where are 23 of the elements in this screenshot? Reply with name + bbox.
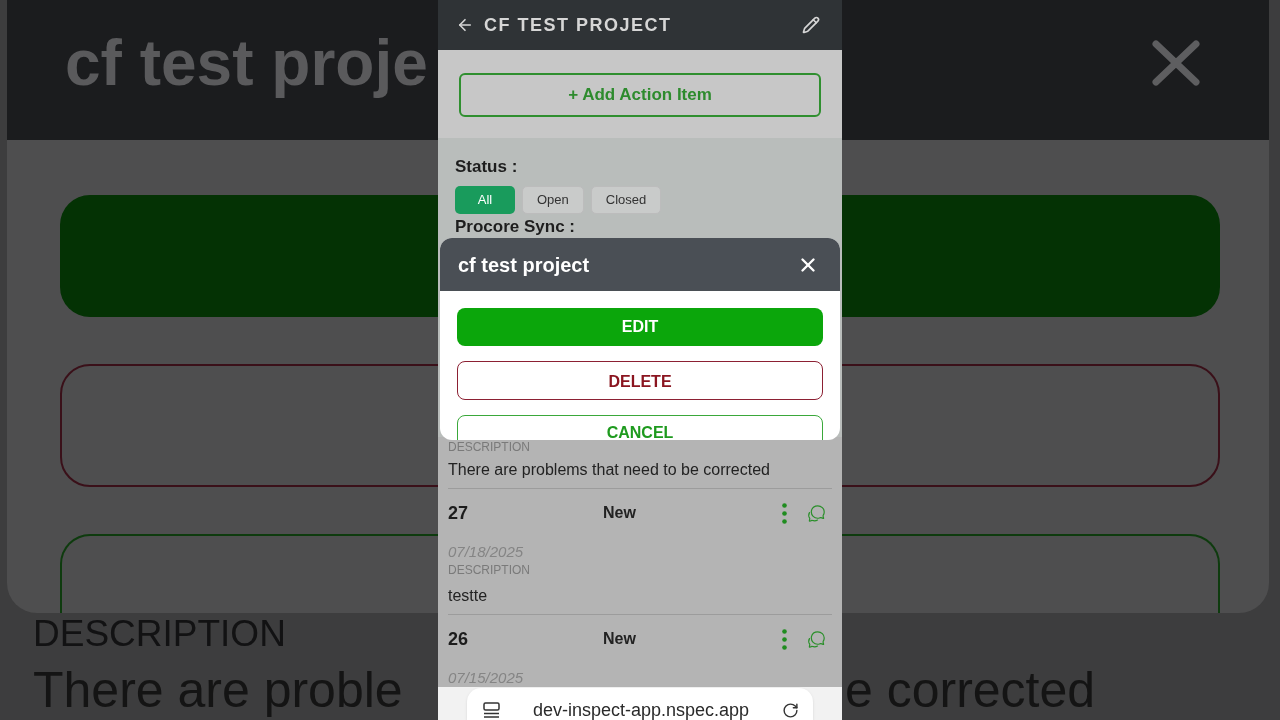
dialog-title: cf test project: [458, 252, 590, 277]
address-bar[interactable]: dev-inspect-app.nspec.app: [467, 688, 813, 720]
status-label: Status :: [455, 156, 519, 178]
item-description: testte: [448, 586, 489, 606]
dialog-button[interactable]: CANCEL: [457, 415, 823, 440]
status-filter-chip[interactable]: Closed: [590, 186, 662, 214]
url-text: dev-inspect-app.nspec.app: [532, 700, 750, 720]
page-menu-icon[interactable]: [483, 702, 500, 718]
item-description: There are problems that need to be corrected: [448, 460, 771, 480]
description-label: DESCRIPTION: [448, 440, 531, 454]
reload-icon[interactable]: [782, 701, 799, 719]
dialog-button[interactable]: DELETE: [457, 361, 823, 400]
close-icon: [1152, 40, 1200, 86]
item-number: 26: [448, 628, 470, 651]
status-filter-chip[interactable]: All: [455, 186, 515, 214]
item-status: New: [603, 503, 637, 523]
page-title: CF TEST PROJECT: [484, 14, 672, 37]
status-filter-chip[interactable]: Open: [522, 186, 584, 214]
procore-sync-label: Procore Sync :: [455, 216, 576, 237]
edit-pencil-icon[interactable]: [802, 16, 820, 34]
description-label: DESCRIPTION: [448, 563, 531, 577]
item-status: New: [603, 629, 637, 649]
item-number: 27: [448, 502, 470, 525]
